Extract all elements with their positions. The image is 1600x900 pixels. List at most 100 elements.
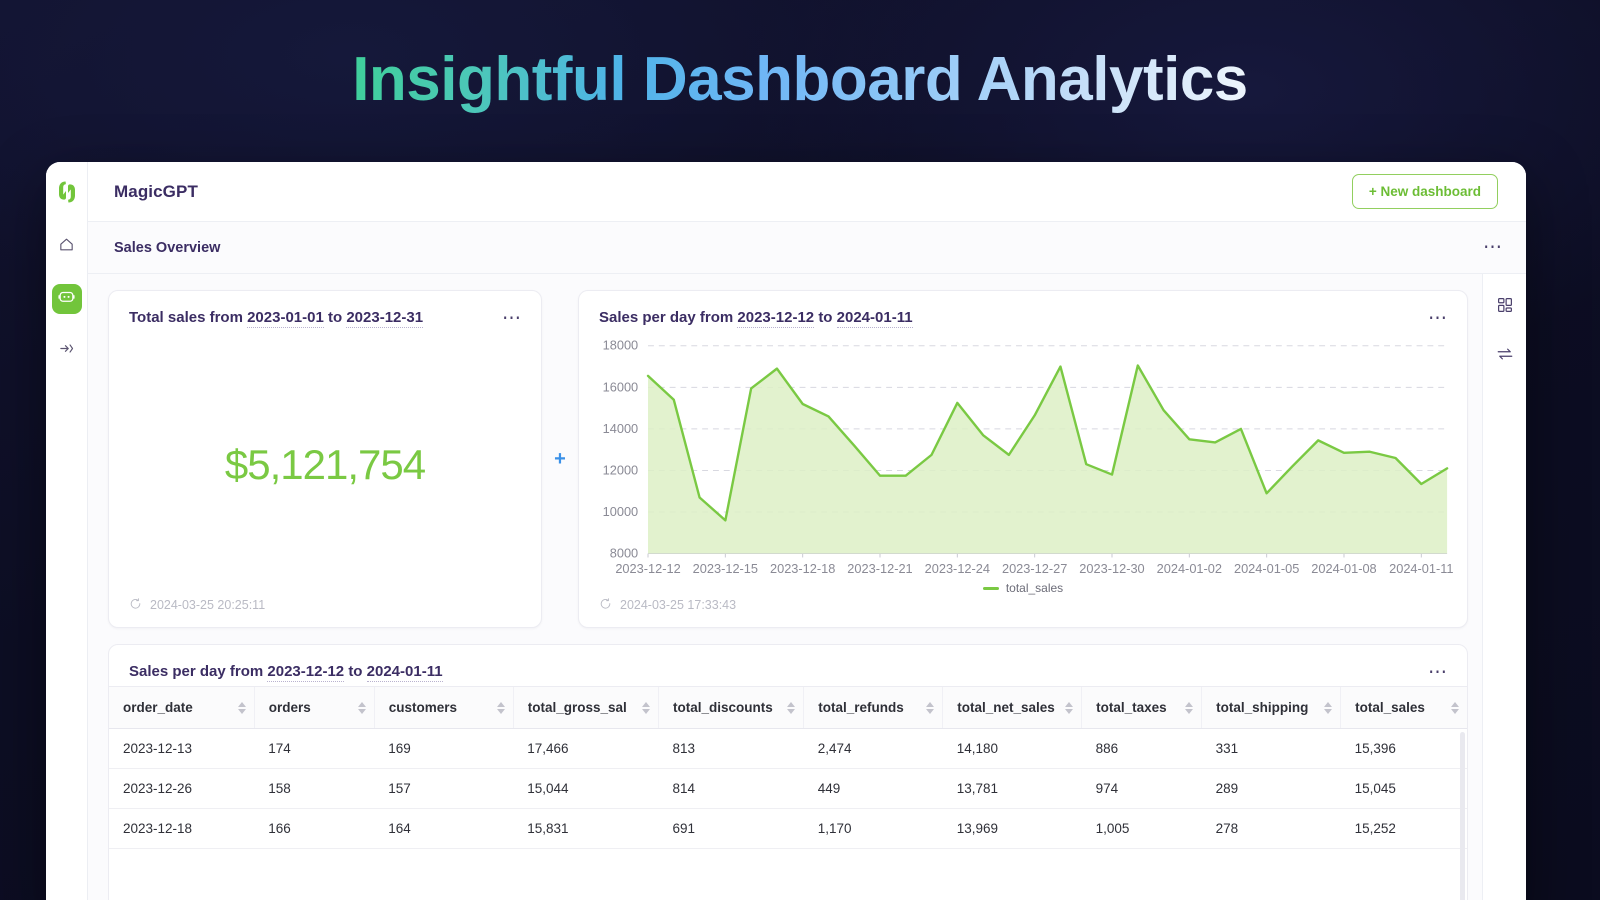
kpi-card-title: Total sales from 2023-01-01 to 2023-12-3… — [129, 309, 424, 328]
chart-date-to[interactable]: 2024-01-11 — [836, 309, 913, 328]
kpi-card-header: Total sales from 2023-01-01 to 2023-12-3… — [109, 291, 541, 332]
new-dashboard-button[interactable]: + New dashboard — [1351, 174, 1498, 209]
area-chart: 8000 10000 12000 14000 16000 18000 2023-12-12 2… — [579, 332, 1467, 581]
topbar: MagicGPT + New dashboard — [88, 162, 1526, 222]
table-column-header-customers[interactable]: customers — [373, 686, 514, 729]
table-row[interactable]: 2023-12-18 166 164 15,831 691 1,170 13,969 1,00… — [109, 808, 1467, 849]
table-cell: 449 — [803, 768, 943, 809]
table-cell: 974 — [1081, 768, 1202, 809]
sort-toggle-icon[interactable] — [787, 701, 796, 714]
sort-toggle-icon[interactable] — [357, 701, 366, 714]
dashboard-name: Sales Overview — [114, 239, 221, 256]
table-cell: 278 — [1201, 808, 1341, 849]
kpi-timestamp: 2024-03-25 20:25:11 — [150, 598, 266, 612]
column-label: orders — [268, 700, 311, 715]
sort-toggle-icon[interactable] — [496, 701, 505, 714]
robot-icon — [57, 287, 76, 311]
ellipsis-icon[interactable]: ⋯ — [1428, 663, 1449, 682]
table-column-header-total_refunds[interactable]: total_refunds — [803, 686, 943, 729]
table-column-header-total_net_sales[interactable]: total_net_sales — [942, 686, 1082, 729]
dashboard-canvas: Total sales from 2023-01-01 to 2023-12-3… — [88, 274, 1482, 900]
table-title-joiner: to — [348, 663, 363, 680]
column-label: total_net_sales — [957, 700, 1055, 715]
refresh-icon[interactable] — [599, 597, 612, 613]
legend-label: total_sales — [1005, 581, 1064, 595]
ellipsis-icon[interactable]: ⋯ — [1483, 238, 1504, 257]
table-cell: 289 — [1201, 768, 1341, 809]
kpi-value: $5,121,754 — [224, 440, 426, 488]
chart-card-header: Sales per day from 2023-12-12 to 2024-01… — [579, 291, 1467, 332]
sidebar — [46, 162, 88, 900]
add-widget-button[interactable]: + — [542, 290, 578, 628]
table-column-header-total_gross_sal[interactable]: total_gross_sal — [512, 686, 659, 729]
legend-swatch — [982, 586, 999, 590]
table-date-to[interactable]: 2024-01-11 — [366, 663, 443, 682]
table-cell: 2,474 — [803, 728, 943, 769]
sidebar-item-login[interactable] — [52, 336, 82, 366]
table-vertical-scrollbar[interactable] — [1460, 732, 1465, 900]
sort-toggle-icon[interactable] — [237, 701, 246, 714]
table-column-header-total_taxes[interactable]: total_taxes — [1081, 686, 1202, 729]
chart-date-from[interactable]: 2023-12-12 — [737, 309, 815, 328]
ellipsis-icon[interactable]: ⋯ — [502, 309, 523, 328]
column-label: total_refunds — [818, 700, 904, 715]
main-area: MagicGPT + New dashboard Sales Overview … — [88, 162, 1526, 900]
table-column-header-total_shipping[interactable]: total_shipping — [1201, 686, 1341, 729]
home-icon — [58, 236, 75, 258]
sort-toggle-icon[interactable] — [1065, 701, 1074, 714]
ellipsis-icon[interactable]: ⋯ — [1428, 309, 1449, 328]
column-label: total_sales — [1355, 700, 1425, 715]
table-cell: 2023-12-13 — [109, 728, 255, 769]
chart-legend: total_sales — [579, 581, 1467, 597]
chart-title-prefix: Sales per day from — [599, 309, 734, 326]
y-axis-tick-label: 8000 — [610, 546, 638, 561]
swap-arrows-icon[interactable] — [1496, 345, 1514, 368]
table-head: order_date orders customers total_gross_sal… — [109, 686, 1467, 729]
x-axis-tick-label: 2023-12-24 — [925, 561, 990, 576]
sales-table: order_date orders customers total_gross_sal… — [109, 686, 1467, 849]
sort-toggle-icon[interactable] — [1451, 701, 1459, 714]
table-column-header-orders[interactable]: orders — [253, 686, 375, 729]
sidebar-item-home[interactable] — [52, 232, 82, 262]
x-axis-tick-label: 2024-01-08 — [1311, 561, 1376, 576]
sort-toggle-icon[interactable] — [641, 701, 650, 714]
table-date-from[interactable]: 2023-12-12 — [267, 663, 345, 682]
kpi-card-footer: 2024-03-25 20:25:11 — [109, 597, 541, 627]
table-column-header-total_discounts[interactable]: total_discounts — [657, 686, 804, 729]
y-axis-tick-label: 14000 — [603, 421, 639, 436]
kpi-date-from[interactable]: 2023-01-01 — [247, 309, 324, 328]
table-row[interactable]: 2023-12-13 174 169 17,466 813 2,474 14,180 886 3… — [109, 728, 1467, 769]
column-label: total_discounts — [672, 700, 773, 715]
x-axis-tick-label: 2023-12-30 — [1079, 561, 1144, 576]
table-column-header-total_sales[interactable]: total_sales — [1340, 686, 1467, 729]
sort-toggle-icon[interactable] — [1185, 701, 1194, 714]
table-cell: 1,170 — [803, 808, 943, 849]
chart-title-joiner: to — [818, 309, 833, 326]
table-cell: 169 — [374, 728, 514, 769]
table-cell: 158 — [254, 768, 375, 809]
sort-toggle-icon[interactable] — [1324, 701, 1333, 714]
column-label: order_date — [123, 700, 193, 715]
chart-card: Sales per day from 2023-12-12 to 2024-01… — [578, 290, 1468, 628]
kpi-card: Total sales from 2023-01-01 to 2023-12-3… — [108, 290, 542, 628]
table-column-header-order_date[interactable]: order_date — [109, 686, 255, 729]
refresh-icon[interactable] — [129, 597, 142, 613]
table-card-header: Sales per day from 2023-12-12 to 2024-01… — [109, 645, 1467, 686]
kpi-date-to[interactable]: 2023-12-31 — [346, 309, 424, 328]
table-cell: 14,180 — [942, 728, 1082, 769]
sidebar-item-assistant[interactable] — [51, 284, 82, 314]
table-card: Sales per day from 2023-12-12 to 2024-01… — [108, 644, 1468, 900]
login-arrow-icon — [58, 340, 75, 362]
x-axis-tick-label: 2023-12-12 — [615, 561, 680, 576]
table-cell: 15,831 — [513, 808, 659, 849]
table-header-row: order_date orders customers total_gross_sal… — [109, 686, 1467, 729]
x-axis-tick-label: 2024-01-02 — [1157, 561, 1222, 576]
magicgpt-logo-icon[interactable] — [51, 174, 83, 210]
kpi-value-wrap: $5,121,754 — [109, 332, 541, 597]
chart-timestamp: 2024-03-25 17:33:43 — [620, 598, 737, 612]
layout-grid-icon[interactable] — [1496, 296, 1514, 319]
table-row[interactable]: 2023-12-26 158 157 15,044 814 449 13,781 974 289… — [109, 768, 1467, 809]
sort-toggle-icon[interactable] — [926, 701, 935, 714]
x-axis-tick-label: 2023-12-21 — [847, 561, 912, 576]
x-axis-tick-label: 2023-12-15 — [693, 561, 758, 576]
